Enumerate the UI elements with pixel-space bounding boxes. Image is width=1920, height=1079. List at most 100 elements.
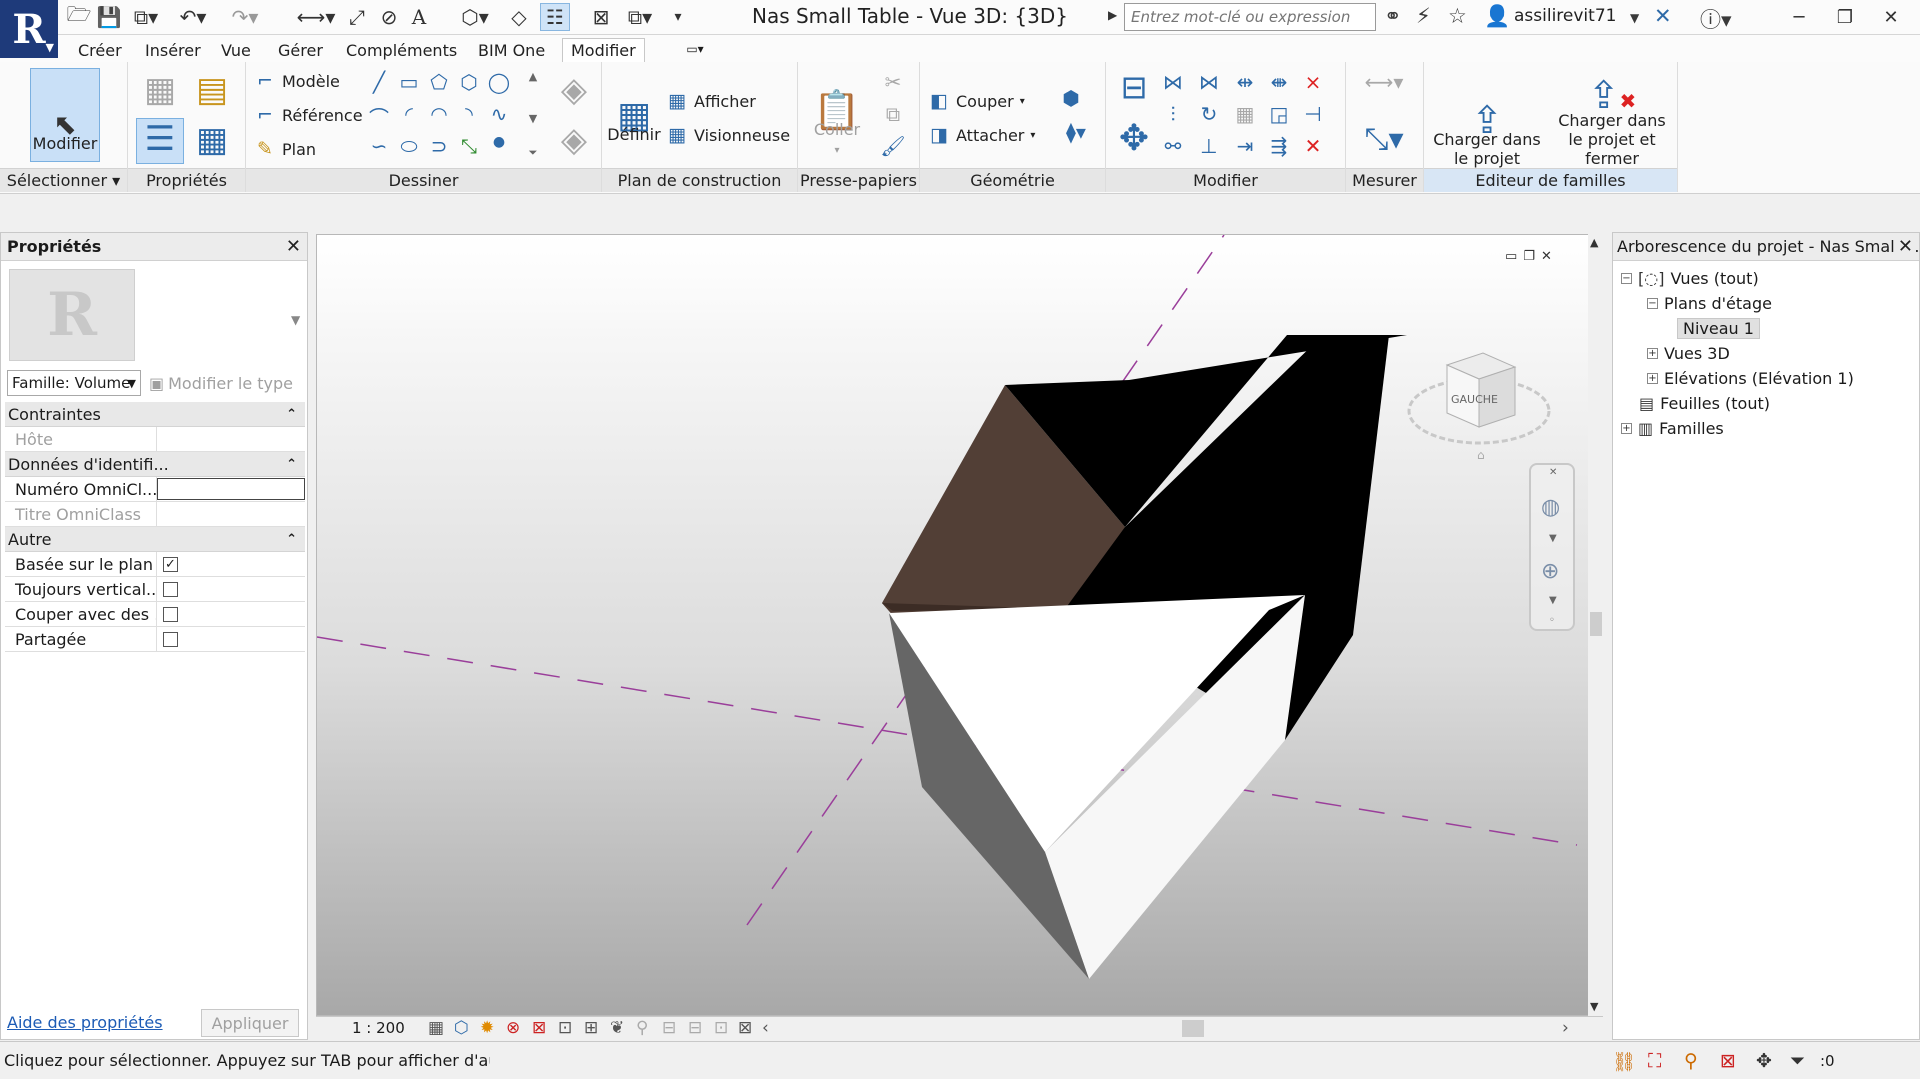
- binoculars-icon[interactable]: ⚭: [1384, 4, 1402, 28]
- split-face-icon[interactable]: ⧫▾: [1056, 120, 1096, 144]
- close-icon[interactable]: ✕: [286, 236, 301, 257]
- drag-elements-icon[interactable]: ✥: [1756, 1050, 1772, 1072]
- constraints-icon[interactable]: ⊠: [738, 1018, 752, 1038]
- visionneuse-button[interactable]: ▦ Visionneuse: [666, 122, 790, 148]
- point-icon[interactable]: ●: [486, 134, 512, 150]
- chevron-down-icon[interactable]: ▼: [1549, 533, 1557, 544]
- horizontal-scroll-thumb[interactable]: [1182, 1020, 1204, 1037]
- sync-icon[interactable]: ⧉▾: [126, 3, 166, 31]
- reveal-hidden-icon[interactable]: ⚲: [636, 1018, 648, 1038]
- edit-type-button[interactable]: ▣ Modifier le type: [149, 370, 293, 396]
- user-icon[interactable]: 👤: [1484, 4, 1510, 29]
- select-pinned-icon[interactable]: ⚲: [1684, 1050, 1698, 1072]
- view-scale[interactable]: 1 : 200: [352, 1019, 405, 1037]
- void-form-icon[interactable]: ◈: [554, 120, 594, 160]
- split-element-icon[interactable]: ⇹: [1232, 70, 1258, 94]
- sun-path-icon[interactable]: ✹: [480, 1018, 494, 1038]
- save-icon[interactable]: 💾: [96, 3, 122, 31]
- tree-item-plans-etage[interactable]: − Plans d'étage: [1647, 291, 1772, 315]
- cut-icon[interactable]: ✂: [880, 70, 906, 94]
- tab-inserer[interactable]: Insérer: [137, 38, 209, 62]
- modifier-tool-button[interactable]: ⬉ Modifier: [30, 68, 100, 162]
- shared-checkbox[interactable]: [163, 631, 178, 647]
- expand-search-icon[interactable]: ▶: [1108, 8, 1117, 22]
- arc-tangent-icon[interactable]: ◠: [426, 102, 452, 126]
- scroll-down-icon[interactable]: ▼: [520, 112, 546, 125]
- customize-toolbar-icon[interactable]: ▾: [666, 3, 690, 31]
- tab-creer[interactable]: Créer: [70, 38, 130, 62]
- crop-view-icon[interactable]: ⊡: [558, 1018, 572, 1038]
- array-icon[interactable]: ▦: [1232, 102, 1258, 126]
- close-icon[interactable]: ✕: [1868, 2, 1914, 32]
- trim-single-icon[interactable]: ⇥: [1232, 134, 1258, 158]
- expand-toggle[interactable]: +: [1647, 372, 1658, 384]
- temporary-hide-icon[interactable]: ❦: [610, 1018, 624, 1038]
- trim-multiple-icon[interactable]: ⇶: [1266, 134, 1292, 158]
- pick-lines-icon[interactable]: ⊃: [426, 134, 452, 158]
- exchange-apps-icon[interactable]: ✕: [1654, 4, 1672, 28]
- visual-style-icon[interactable]: ⬡: [454, 1018, 469, 1038]
- minimize-icon[interactable]: ─: [1776, 2, 1822, 32]
- type-preview-image[interactable]: R: [9, 269, 135, 361]
- analytical-model-icon[interactable]: ⊟: [688, 1018, 702, 1038]
- expand-toggle[interactable]: +: [1621, 422, 1632, 434]
- group-contraintes[interactable]: Contraintes ⌃: [5, 402, 305, 427]
- scroll-down-icon[interactable]: ▼: [1590, 1000, 1598, 1013]
- coller-button[interactable]: 📋 Coller ▾: [804, 68, 870, 160]
- measure-icon[interactable]: ⟷▾: [296, 3, 336, 31]
- text-icon[interactable]: A: [406, 3, 432, 31]
- restore-icon[interactable]: ❐: [1822, 2, 1868, 32]
- couper-button[interactable]: ◧ Couper ▾: [928, 88, 1025, 114]
- scroll-thumb[interactable]: [1590, 612, 1602, 636]
- apply-button[interactable]: Appliquer: [201, 1009, 299, 1037]
- vertical-scrollbar[interactable]: ▲ ▼: [1588, 234, 1604, 1016]
- detail-level-icon[interactable]: ▦: [428, 1018, 444, 1038]
- tree-item-vues[interactable]: − [◌] Vues (tout): [1621, 266, 1759, 290]
- close-icon[interactable]: ✕: [1541, 249, 1552, 264]
- circumscribed-polygon-icon[interactable]: ⬡: [456, 70, 482, 94]
- redo-icon[interactable]: ↷▾: [220, 3, 270, 31]
- tab-modifier[interactable]: Modifier: [562, 38, 645, 62]
- dimension-icon[interactable]: ⤢: [344, 3, 370, 31]
- viewcube[interactable]: GAUCHE ⌂: [1407, 325, 1557, 465]
- select-links-icon[interactable]: ⛓: [1612, 1050, 1636, 1073]
- group-donnees-identification[interactable]: Données d'identifi... ⌃: [5, 452, 305, 477]
- spline-icon[interactable]: ∿: [486, 102, 512, 126]
- extrusion-icon[interactable]: ◈: [554, 70, 594, 110]
- trim-extend-corner-icon[interactable]: ⊥: [1196, 134, 1222, 158]
- undo-icon[interactable]: ↶▾: [168, 3, 218, 31]
- tree-item-vues-3d[interactable]: + Vues 3D: [1647, 341, 1730, 365]
- thin-lines-icon[interactable]: ☷: [540, 3, 570, 31]
- pin-icon[interactable]: ⊣: [1300, 102, 1326, 126]
- match-properties-icon[interactable]: 🖌: [880, 134, 906, 158]
- subscription-center-icon[interactable]: ⚡: [1416, 4, 1431, 28]
- default-3d-view-icon[interactable]: ⬡▾: [452, 3, 498, 31]
- chevron-down-icon[interactable]: ▼: [291, 313, 300, 327]
- select-underlay-icon[interactable]: ⛶: [1648, 1050, 1661, 1072]
- properties-help-link[interactable]: Aide des propriétés: [7, 1013, 163, 1032]
- temporary-view-properties-icon[interactable]: ⊟: [662, 1018, 676, 1038]
- tab-gerer[interactable]: Gérer: [270, 38, 331, 62]
- chevron-down-icon[interactable]: ▼: [1630, 11, 1639, 25]
- minimize-icon[interactable]: ▭: [1505, 249, 1517, 264]
- expand-toggle[interactable]: +: [1647, 347, 1658, 359]
- rendering-icon[interactable]: ⊠: [532, 1018, 546, 1038]
- expand-gallery-icon[interactable]: ⏷: [520, 146, 546, 160]
- scroll-up-icon[interactable]: ▲: [1590, 236, 1598, 249]
- draw-model-line-button[interactable]: ⌐ Modèle: [254, 68, 340, 94]
- move-icon[interactable]: ✥: [1114, 118, 1154, 159]
- favorites-star-icon[interactable]: ☆: [1448, 4, 1467, 28]
- charger-dans-projet-button[interactable]: ⇪ Charger dans le projet: [1428, 68, 1546, 168]
- family-types-icon[interactable]: ▦: [138, 70, 182, 110]
- shadows-icon[interactable]: ⊗: [506, 1018, 520, 1038]
- close-icon[interactable]: ✕: [1893, 236, 1913, 257]
- work-plane-based-checkbox[interactable]: ✓: [163, 556, 178, 572]
- tree-item-feuilles[interactable]: ▤ Feuilles (tout): [1639, 391, 1770, 415]
- align-icon[interactable]: ⊟: [1114, 68, 1154, 106]
- highlight-displacement-icon[interactable]: ⊡: [714, 1018, 728, 1038]
- ribbon-minimize-button[interactable]: ▭▾: [675, 40, 715, 58]
- offset-icon[interactable]: ⫶: [1160, 102, 1186, 126]
- tree-item-niveau-1[interactable]: Niveau 1: [1677, 316, 1760, 340]
- user-name[interactable]: assilirevit71: [1514, 6, 1616, 26]
- definir-button[interactable]: ▦ Définir: [607, 68, 660, 158]
